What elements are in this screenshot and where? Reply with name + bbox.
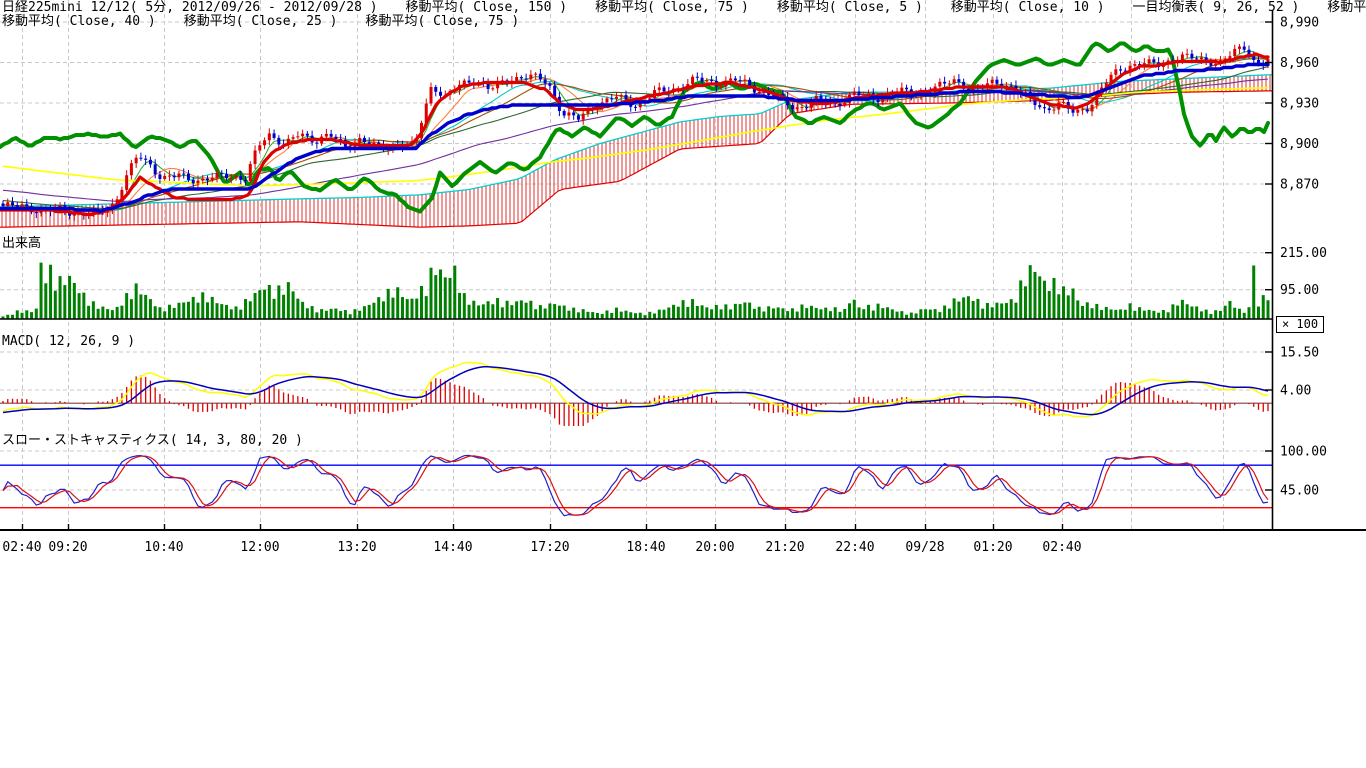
time-axis-label: 12:00 xyxy=(240,540,279,555)
stoch-axis-label: 100.00 xyxy=(1280,445,1327,460)
legend-item: 移動平均( Close, 10 ) xyxy=(951,1,1105,15)
legend-item: 移動平均( Close, 40 ) xyxy=(2,15,156,29)
volume-axis-label: 215.00 xyxy=(1280,246,1327,261)
gridlines xyxy=(0,0,1272,530)
price-axis-label: 8,990 xyxy=(1280,16,1319,31)
time-axis-label: 14:40 xyxy=(433,540,472,555)
volume-panel xyxy=(0,263,1272,319)
time-axis-label: 02:40 xyxy=(2,540,41,555)
time-axis-label: 20:00 xyxy=(695,540,734,555)
price-axis-label: 8,930 xyxy=(1280,97,1319,112)
stochastics-panel-label: スロー・ストキャスティクス( 14, 3, 80, 20 ) xyxy=(2,429,303,448)
chart-legend-line2: 移動平均( Close, 40 ) 移動平均( Close, 25 ) 移動平均( … xyxy=(2,15,519,29)
volume-panel-label: 出来高 xyxy=(2,232,41,251)
time-axis-label: 13:20 xyxy=(337,540,376,555)
time-axis-label: 18:40 xyxy=(626,540,665,555)
legend-item: 移動平均( Close, 75 ) xyxy=(595,1,749,15)
volume-multiplier-badge: × 100 xyxy=(1276,316,1324,333)
price-panel xyxy=(0,42,1272,228)
volume-axis-label: 95.00 xyxy=(1280,283,1319,298)
price-axis-label: 8,870 xyxy=(1280,178,1319,193)
time-axis-label: 10:40 xyxy=(144,540,183,555)
macd-panel-label: MACD( 12, 26, 9 ) xyxy=(2,334,135,349)
macd-panel xyxy=(0,362,1272,430)
legend-item: 一目均衡表( 9, 26, 52 ) xyxy=(1133,1,1300,15)
time-axis-label: 09:20 xyxy=(48,540,87,555)
price-axis-label: 8,900 xyxy=(1280,137,1319,152)
macd-axis-label: 4.00 xyxy=(1280,383,1311,398)
legend-item: 移動平均( Close, 20 ) xyxy=(1327,1,1366,15)
chart-canvas: 8,990 8,960 8,930 8,900 8,870 215.00 95.00 15.5… xyxy=(0,0,1366,768)
time-axis-label: 22:40 xyxy=(835,540,874,555)
chart-application: 8,990 8,960 8,930 8,900 8,870 215.00 95.00 15.5… xyxy=(0,0,1366,768)
legend-item: 移動平均( Close, 150 ) xyxy=(406,1,568,15)
legend-item: 日経225mini 12/12( 5分, 2012/09/26 - 2012/0… xyxy=(2,1,378,15)
macd-axis-label: 15.50 xyxy=(1280,345,1319,360)
price-axis-label: 8,960 xyxy=(1280,56,1319,71)
legend-item: 移動平均( Close, 25 ) xyxy=(184,15,338,29)
stoch-axis-label: 45.00 xyxy=(1280,483,1319,498)
time-axis-label: 01:20 xyxy=(973,540,1012,555)
stochastics-panel xyxy=(0,455,1272,515)
time-axis-label: 21:20 xyxy=(765,540,804,555)
time-axis-label: 09/28 xyxy=(905,540,944,555)
time-axis-label: 02:40 xyxy=(1042,540,1081,555)
chart-legend-line1: 日経225mini 12/12( 5分, 2012/09/26 - 2012/0… xyxy=(2,1,1366,15)
legend-item: 移動平均( Close, 75 ) xyxy=(366,15,520,29)
legend-item: 移動平均( Close, 5 ) xyxy=(777,1,923,15)
candlesticks xyxy=(2,42,1270,221)
time-axis-label: 17:20 xyxy=(530,540,569,555)
